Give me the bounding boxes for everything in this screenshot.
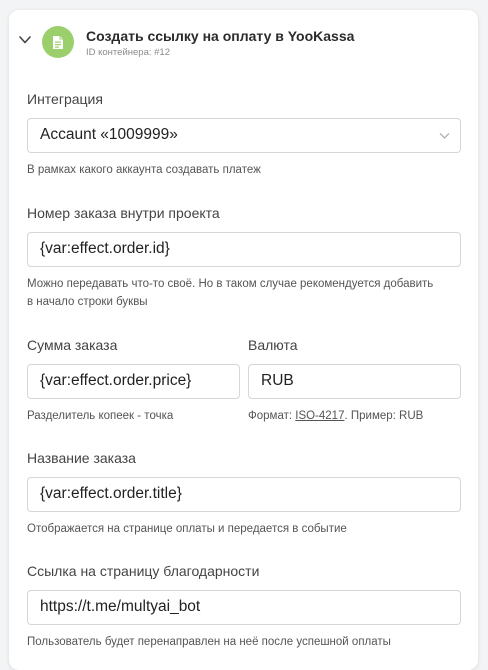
integration-hint: В рамках какого аккаунта создавать плате… (27, 164, 261, 176)
card-title: Создать ссылку на оплату в YooKassa (86, 28, 355, 44)
card-header: Создать ссылку на оплату в YooKassa ID к… (9, 10, 478, 70)
order-number-label: Номер заказа внутри проекта (27, 205, 220, 221)
chevron-down-icon[interactable] (18, 35, 32, 45)
thank-you-link-input[interactable]: https://t.me/multyai_bot (27, 590, 461, 625)
order-number-input[interactable]: {var:effect.order.id} (27, 232, 461, 267)
thank-you-link-hint: Пользователь будет перенаправлен на неё … (27, 636, 391, 648)
currency-hint-prefix: Формат: (248, 410, 296, 422)
currency-input[interactable]: RUB (248, 364, 461, 399)
order-title-label: Название заказа (27, 450, 136, 466)
order-title-input[interactable]: {var:effect.order.title} (27, 477, 461, 512)
order-number-hint: Можно передавать что-то своё. Но в таком… (27, 275, 467, 311)
order-number-hint-line1: Можно передавать что-то своё. Но в таком… (27, 278, 434, 290)
iso-4217-link[interactable]: ISO-4217 (295, 410, 344, 422)
integration-label: Интеграция (27, 91, 103, 107)
document-icon (42, 26, 74, 58)
order-amount-label: Сумма заказа (27, 337, 118, 353)
currency-label: Валюта (248, 337, 298, 353)
order-amount-hint: Разделитель копеек - точка (27, 410, 174, 422)
currency-hint-suffix: . Пример: RUB (344, 410, 424, 422)
order-number-hint-line2: в начало строки буквы (27, 296, 148, 308)
select-arrow-icon (439, 133, 450, 139)
action-card: Создать ссылку на оплату в YooKassa ID к… (9, 10, 478, 670)
order-amount-input[interactable]: {var:effect.order.price} (27, 364, 240, 399)
integration-select-value: Accaunt «1009999» (40, 126, 178, 143)
container-id: ID контейнера: #12 (86, 47, 170, 58)
currency-hint: Формат: ISO-4217. Пример: RUB (248, 407, 423, 425)
order-title-hint: Отображается на странице оплаты и переда… (27, 523, 347, 535)
thank-you-link-label: Ссылка на страницу благодарности (27, 563, 260, 579)
integration-select[interactable]: Accaunt «1009999» (27, 118, 461, 153)
